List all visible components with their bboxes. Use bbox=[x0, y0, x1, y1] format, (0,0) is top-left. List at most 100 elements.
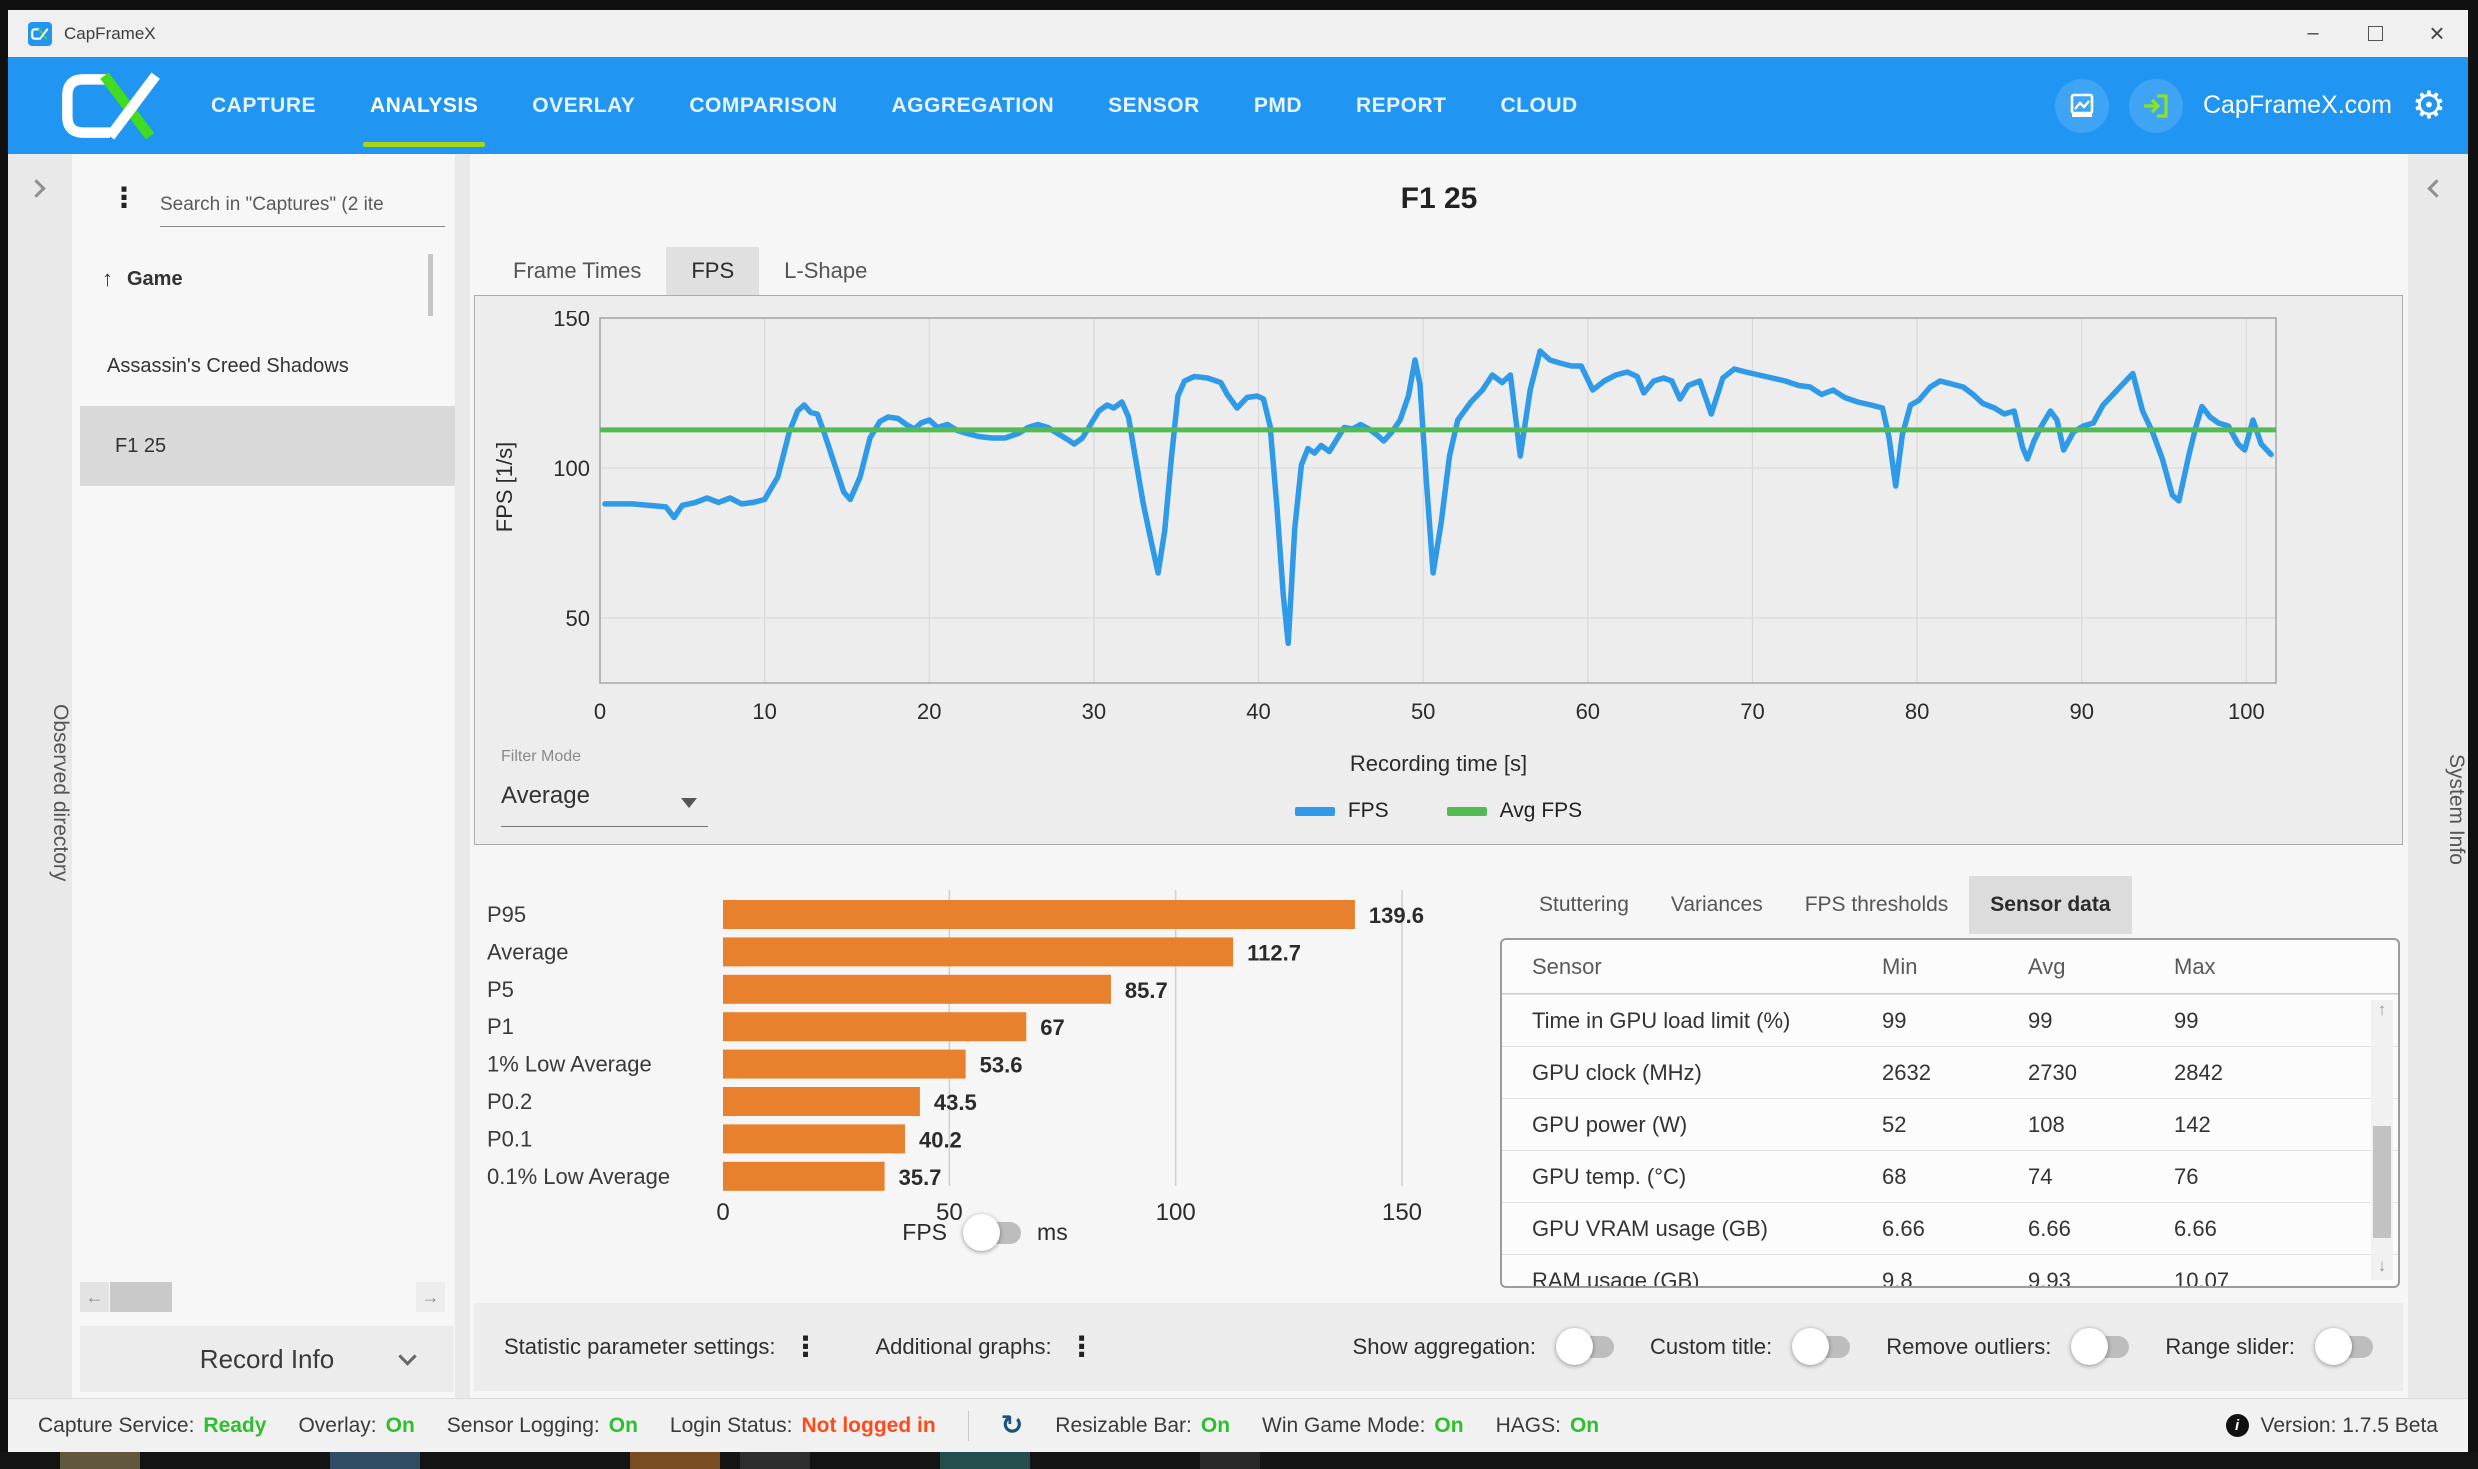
status-item: Overlay:On bbox=[298, 1414, 414, 1438]
capframex-window: CapFrameX – × CAPTUREANALYSISOVERLAYCOMP… bbox=[8, 10, 2468, 1452]
table-cell: 2842 bbox=[2174, 1060, 2398, 1086]
svg-text:Average: Average bbox=[487, 939, 569, 964]
scroll-right-button[interactable]: → bbox=[416, 1282, 445, 1312]
status-label: HAGS: bbox=[1496, 1414, 1561, 1438]
x-axis-title: Recording time [s] bbox=[475, 751, 2402, 777]
refresh-icon[interactable]: ↻ bbox=[1001, 1412, 1024, 1439]
stats-tab-fps-thresholds[interactable]: FPS thresholds bbox=[1784, 876, 1970, 934]
toggle-knob bbox=[2071, 1328, 2108, 1365]
table-cell: 6.66 bbox=[1882, 1216, 2028, 1242]
left-arrow-icon: ← bbox=[86, 1287, 104, 1308]
capture-list-item[interactable]: F1 25 bbox=[80, 406, 455, 486]
status-value: On bbox=[386, 1414, 415, 1438]
toggle-knob bbox=[2315, 1328, 2352, 1365]
fps-chart-panel: 010203040506070809010050100150 FPS [1/s]… bbox=[474, 295, 2403, 845]
fps-line-chart[interactable]: 010203040506070809010050100150 bbox=[535, 311, 2345, 736]
record-info-button[interactable]: Record Info bbox=[80, 1326, 454, 1392]
toggle-label: Remove outliers: bbox=[1886, 1334, 2051, 1360]
horizontal-scrollbar: ← → bbox=[72, 1282, 455, 1312]
right-arrow-icon: → bbox=[422, 1287, 440, 1308]
nav-tab-aggregation[interactable]: AGGREGATION bbox=[865, 57, 1082, 154]
toggle-switch[interactable] bbox=[1792, 1336, 1850, 1358]
nav-tab-sensor[interactable]: SENSOR bbox=[1081, 57, 1227, 154]
nav-tab-pmd[interactable]: PMD bbox=[1227, 57, 1329, 154]
status-bar: Capture Service:ReadyOverlay:OnSensor Lo… bbox=[8, 1398, 2468, 1452]
collapse-panel-chevron-icon[interactable] bbox=[2427, 179, 2445, 197]
capture-list: Assassin's Creed ShadowsF1 25 bbox=[72, 326, 455, 486]
nav-tab-report[interactable]: REPORT bbox=[1329, 57, 1474, 154]
svg-text:100: 100 bbox=[1156, 1199, 1196, 1226]
toggle-label: Range slider: bbox=[2165, 1334, 2295, 1360]
capframex-logo bbox=[54, 68, 170, 144]
stat-settings-label: Statistic parameter settings: bbox=[504, 1334, 775, 1360]
table-row: GPU VRAM usage (GB)6.666.666.66 bbox=[1502, 1202, 2398, 1254]
status-label: Login Status: bbox=[670, 1414, 793, 1438]
search-input[interactable]: Search in "Captures" (2 ite bbox=[160, 194, 446, 216]
toggle-switch[interactable] bbox=[2071, 1336, 2129, 1358]
capframex-site-link[interactable]: CapFrameX.com bbox=[2203, 91, 2392, 120]
desktop: CapFrameX – × CAPTUREANALYSISOVERLAYCOMP… bbox=[0, 0, 2478, 1469]
login-button[interactable] bbox=[2129, 79, 2183, 133]
status-item: Win Game Mode:On bbox=[1262, 1414, 1464, 1438]
chart-tab-fps[interactable]: FPS bbox=[666, 247, 759, 295]
table-cell: 99 bbox=[2174, 1008, 2398, 1034]
status-value: On bbox=[1201, 1414, 1230, 1438]
additional-graphs-kebab-icon[interactable]: ⋮ bbox=[1068, 1333, 1096, 1361]
stats-tab-sensor-data[interactable]: Sensor data bbox=[1969, 876, 2131, 934]
scroll-down-button[interactable]: ↓ bbox=[2371, 1256, 2393, 1280]
nav-tab-capture[interactable]: CAPTURE bbox=[184, 57, 343, 154]
stats-tab-stuttering[interactable]: Stuttering bbox=[1518, 876, 1650, 934]
window-title: CapFrameX bbox=[64, 24, 156, 44]
captures-menu-kebab-icon[interactable]: ⋮ bbox=[110, 184, 138, 212]
login-icon bbox=[2141, 91, 2171, 121]
gear-icon[interactable]: ⚙ bbox=[2412, 87, 2446, 125]
status-item: HAGS:On bbox=[1496, 1414, 1600, 1438]
close-button[interactable]: × bbox=[2406, 10, 2468, 57]
table-cell: Time in GPU load limit (%) bbox=[1532, 1008, 1882, 1034]
table-body: Time in GPU load limit (%)999999GPU cloc… bbox=[1502, 994, 2398, 1288]
svg-text:53.6: 53.6 bbox=[980, 1053, 1023, 1078]
toggle-show-aggregation-: Show aggregation: bbox=[1353, 1334, 1614, 1360]
stat-settings-kebab-icon[interactable]: ⋮ bbox=[791, 1333, 819, 1361]
sort-header-game[interactable]: ↑ Game bbox=[102, 266, 183, 292]
system-info-label[interactable]: System Info bbox=[2408, 754, 2468, 865]
table-cell: GPU temp. (°C) bbox=[1532, 1164, 1882, 1190]
table-scrollbar-thumb[interactable] bbox=[2373, 1126, 2391, 1238]
image-chart-icon bbox=[2068, 92, 2096, 120]
horizontal-scrollbar-thumb[interactable] bbox=[110, 1282, 172, 1312]
list-scrollbar-thumb[interactable] bbox=[428, 254, 433, 316]
toggle-knob bbox=[963, 1214, 1000, 1251]
nav-bar: CAPTUREANALYSISOVERLAYCOMPARISONAGGREGAT… bbox=[8, 57, 2468, 154]
expand-panel-chevron-icon[interactable] bbox=[27, 179, 45, 197]
y-axis-title: FPS [1/s] bbox=[492, 387, 518, 587]
observed-directory-label[interactable]: Observed directory bbox=[8, 704, 72, 881]
fps-ms-toggle[interactable] bbox=[963, 1222, 1021, 1244]
toggle-range-slider-: Range slider: bbox=[2165, 1334, 2373, 1360]
status-label: Win Game Mode: bbox=[1262, 1414, 1425, 1438]
nav-tab-cloud[interactable]: CLOUD bbox=[1474, 57, 1605, 154]
nav-tab-analysis[interactable]: ANALYSIS bbox=[343, 57, 505, 154]
nav-tab-comparison[interactable]: COMPARISON bbox=[662, 57, 864, 154]
svg-text:40.2: 40.2 bbox=[919, 1127, 962, 1152]
nav-tab-overlay[interactable]: OVERLAY bbox=[505, 57, 662, 154]
scroll-left-button[interactable]: ← bbox=[80, 1282, 109, 1312]
chart-type-tabs: Frame TimesFPSL-Shape bbox=[488, 247, 892, 295]
table-cell: 2632 bbox=[1882, 1060, 2028, 1086]
toggle-group: Show aggregation:Custom title:Remove out… bbox=[1353, 1334, 2373, 1360]
fps-legend-swatch bbox=[1295, 807, 1335, 816]
table-cell: 99 bbox=[2028, 1008, 2174, 1034]
chart-tab-frame-times[interactable]: Frame Times bbox=[488, 247, 666, 295]
toggle-switch[interactable] bbox=[1556, 1336, 1614, 1358]
minimize-button[interactable]: – bbox=[2282, 10, 2344, 57]
screenshot-button[interactable] bbox=[2055, 79, 2109, 133]
scroll-up-button[interactable]: ↑ bbox=[2371, 1000, 2393, 1024]
sort-ascending-icon: ↑ bbox=[102, 266, 113, 292]
chart-tab-l-shape[interactable]: L-Shape bbox=[759, 247, 892, 295]
status-label: Resizable Bar: bbox=[1055, 1414, 1192, 1438]
stats-tab-variances[interactable]: Variances bbox=[1650, 876, 1784, 934]
capture-list-item[interactable]: Assassin's Creed Shadows bbox=[72, 326, 455, 406]
page-title: F1 25 bbox=[470, 182, 2408, 216]
maximize-button[interactable] bbox=[2344, 10, 2406, 57]
toggle-switch[interactable] bbox=[2315, 1336, 2373, 1358]
sensor-data-table: Sensor Min Avg Max Time in GPU load limi… bbox=[1500, 938, 2400, 1288]
